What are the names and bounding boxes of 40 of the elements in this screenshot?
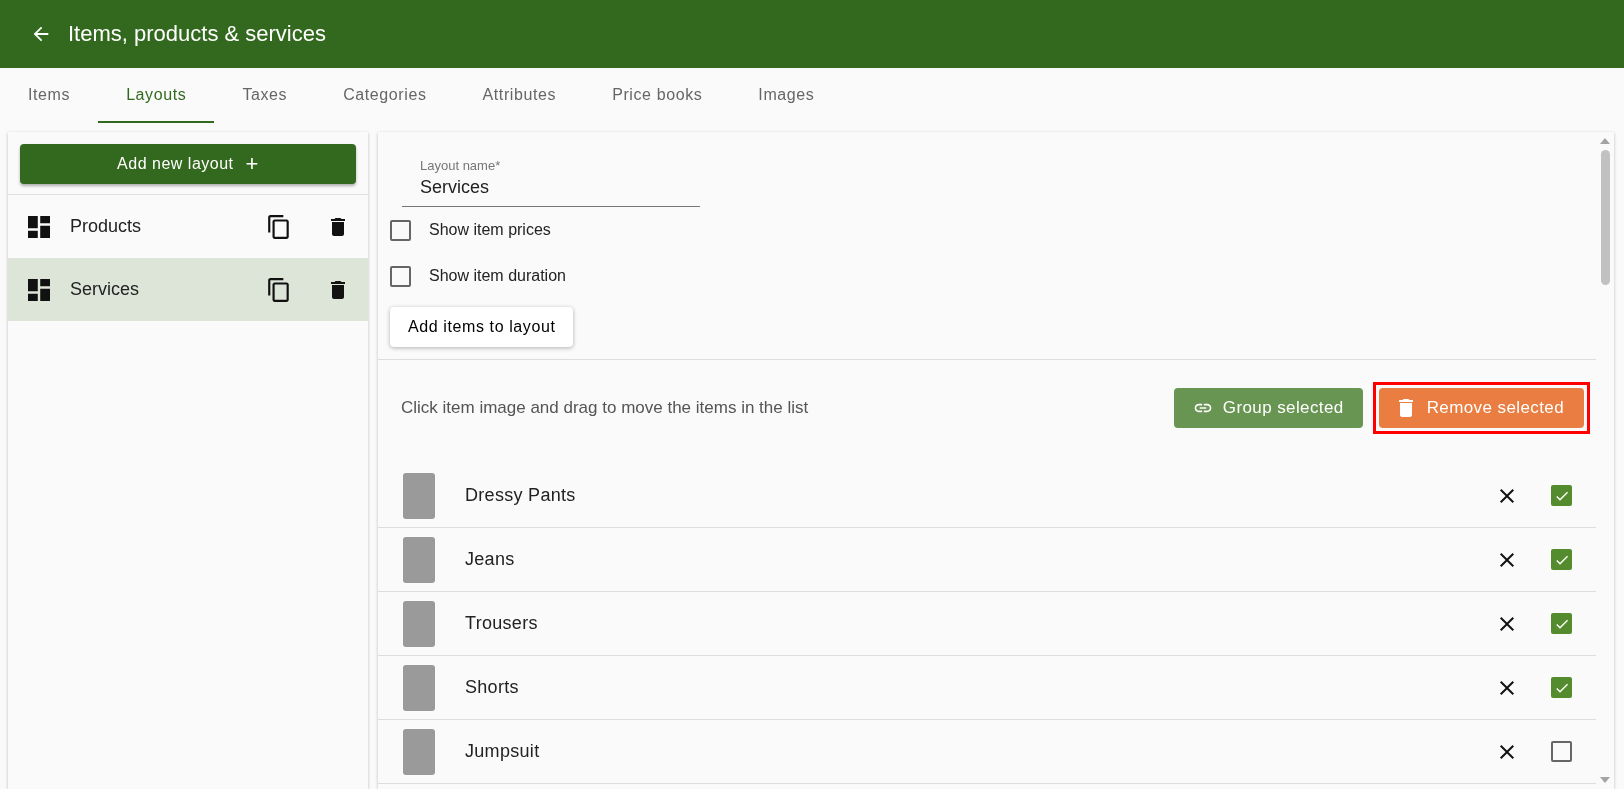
- dashboard-icon: [28, 278, 50, 301]
- tab[interactable]: Items: [0, 68, 99, 123]
- tab[interactable]: Layouts: [98, 68, 215, 123]
- item-photo-placeholder[interactable]: [403, 600, 435, 647]
- checkbox[interactable]: [1551, 549, 1572, 570]
- item-name: Trousers: [465, 613, 539, 634]
- tab[interactable]: Images: [730, 68, 843, 123]
- item-photo-placeholder[interactable]: [403, 728, 435, 775]
- drag-hint-text: Click item image and drag to move the items in the list: [401, 398, 810, 418]
- checkbox[interactable]: [1551, 677, 1572, 698]
- checkbox[interactable]: [390, 265, 411, 287]
- tab[interactable]: Price books: [584, 68, 731, 123]
- copy-icon[interactable]: [266, 213, 292, 240]
- layout-list-item[interactable]: Products: [8, 195, 368, 258]
- checkbox[interactable]: [390, 219, 411, 241]
- copy-icon[interactable]: [266, 276, 292, 303]
- layout-list-item[interactable]: Services: [8, 258, 368, 321]
- item-name: Jumpsuit: [465, 741, 541, 762]
- item-photo-placeholder[interactable]: [403, 664, 435, 711]
- item-name: Jeans: [465, 549, 516, 570]
- layout-name-field[interactable]: Layout name* Services: [402, 154, 700, 207]
- tab[interactable]: Taxes: [214, 68, 316, 123]
- trash-icon: [1398, 399, 1413, 417]
- scrollbar-thumb[interactable]: [1600, 150, 1610, 285]
- add-layout-button[interactable]: Add new layout +: [20, 144, 356, 184]
- checkbox[interactable]: [1551, 741, 1572, 762]
- item-name: Shorts: [465, 677, 520, 698]
- dashboard-icon: [28, 215, 50, 238]
- checkbox-label: Show item duration: [429, 267, 566, 285]
- item-photo-placeholder[interactable]: [403, 472, 435, 519]
- tab[interactable]: Categories: [315, 68, 455, 123]
- item-photo-placeholder[interactable]: [403, 536, 435, 583]
- tab[interactable]: Attributes: [454, 68, 585, 123]
- page-title: Items, products & services: [68, 21, 326, 47]
- checkbox-label: Show item prices: [429, 221, 551, 239]
- item-name: Dressy Pants: [465, 485, 577, 506]
- group-selected-button[interactable]: Group selected: [1173, 388, 1363, 428]
- add-items-button[interactable]: Add items to layout: [390, 307, 574, 347]
- checkbox[interactable]: [1551, 613, 1572, 634]
- checkbox[interactable]: [1551, 485, 1572, 506]
